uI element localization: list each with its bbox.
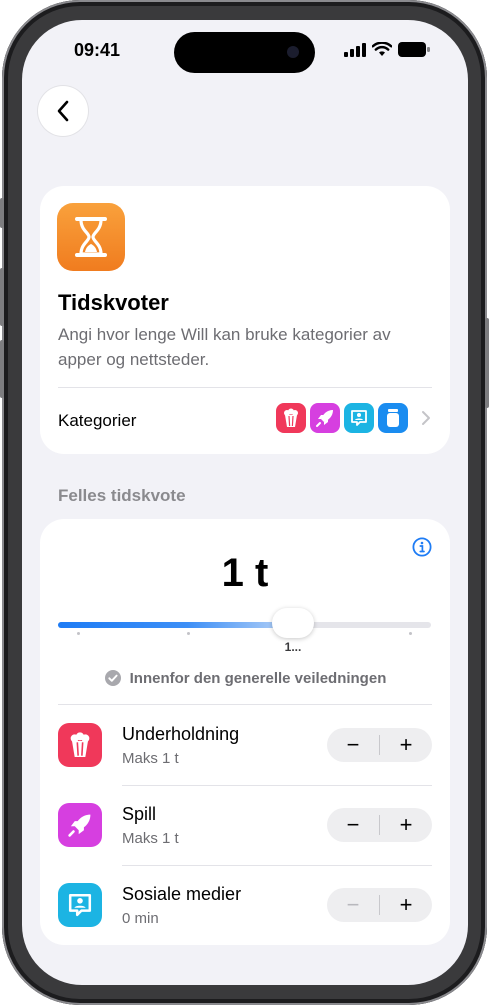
categories-row[interactable]	[276, 403, 434, 433]
category-limit: Maks 1 t	[122, 830, 179, 847]
category-name: Sosiale medier	[122, 884, 242, 904]
page-description: Angi hvor lenge Will kan bruke kategorie…	[58, 325, 391, 369]
checkmark-circle-icon	[104, 670, 121, 686]
divider	[122, 865, 432, 866]
slider-tick	[409, 632, 412, 635]
cellular-signal-icon	[344, 42, 366, 57]
underholdning-stepper: − +	[327, 728, 432, 762]
summary-card: Tidskvoter Angi hvor lenge Will kan bruk…	[40, 186, 450, 454]
sosiale-medier-stepper: − +	[327, 888, 432, 922]
popcorn-icon	[276, 403, 306, 433]
side-button	[485, 318, 489, 408]
slider-fill	[58, 622, 293, 628]
chevron-right-icon	[422, 411, 430, 425]
shared-limit-card: 1 t 1... Innenfor den generelle veiledni…	[40, 519, 450, 945]
page-title: Tidskvoter	[58, 290, 169, 315]
battery-icon	[398, 42, 430, 57]
chat-person-icon	[344, 403, 374, 433]
limit-value: 1 t	[221, 551, 269, 595]
dynamic-island	[174, 32, 315, 73]
jar-icon	[378, 403, 408, 433]
wifi-icon	[372, 42, 392, 56]
category-limit: Maks 1 t	[122, 750, 179, 767]
status-icons	[344, 42, 430, 57]
categories-label: Kategorier	[58, 411, 137, 430]
popcorn-icon	[58, 723, 102, 767]
slider-thumb-label: 1...	[284, 640, 302, 654]
increase-button[interactable]: +	[380, 808, 432, 842]
decrease-button[interactable]: −	[327, 728, 379, 762]
status-time: 09:41	[74, 40, 121, 60]
spill-stepper: − +	[327, 808, 432, 842]
category-name: Underholdning	[122, 724, 240, 744]
guideline-status: Innenfor den generelle veiledningen	[40, 669, 450, 687]
rocket-icon	[310, 403, 340, 433]
divider	[122, 785, 432, 786]
back-button[interactable]	[38, 86, 88, 136]
slider-tick	[77, 632, 80, 635]
screen: 09:41 Tidskvoter Angi hvor lenge Will ka…	[22, 20, 468, 985]
decrease-button[interactable]: −	[327, 808, 379, 842]
action-button	[0, 198, 4, 228]
increase-button[interactable]: +	[380, 888, 432, 922]
hourglass-icon	[57, 203, 125, 271]
divider	[58, 704, 432, 705]
divider	[58, 387, 432, 388]
limit-slider[interactable]	[58, 608, 431, 638]
increase-button[interactable]: +	[380, 728, 432, 762]
slider-tick	[187, 632, 190, 635]
decrease-button[interactable]: −	[327, 888, 379, 922]
category-limit: 0 min	[122, 910, 159, 927]
camera-icon	[287, 46, 299, 58]
slider-thumb[interactable]	[271, 608, 314, 638]
chevron-left-icon	[57, 100, 69, 122]
chat-person-icon	[58, 883, 102, 927]
section-header-shared-limit: Felles tidskvote	[58, 486, 186, 505]
rocket-icon	[58, 803, 102, 847]
volume-down-button	[0, 340, 4, 398]
guideline-text: Innenfor den generelle veiledningen	[129, 669, 387, 687]
volume-up-button	[0, 268, 4, 326]
category-name: Spill	[122, 804, 157, 824]
